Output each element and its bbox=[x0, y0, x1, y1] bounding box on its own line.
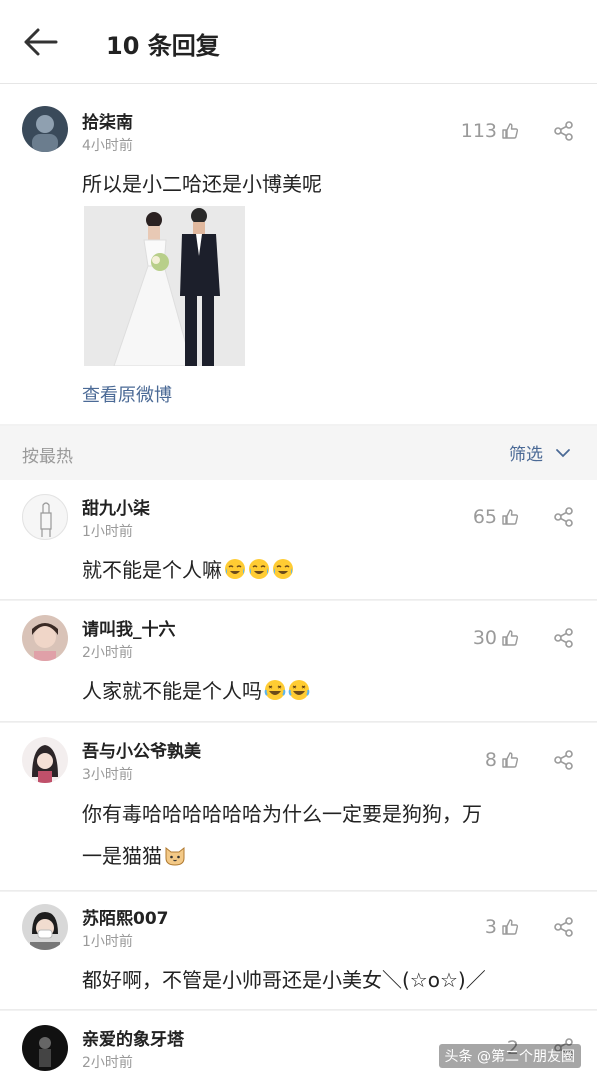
timestamp: 1小时前 bbox=[82, 524, 133, 540]
comment-text-content: 人家就不能是个人吗 bbox=[82, 679, 262, 703]
original-post: 拾柒南 4小时前 113 所以是小二哈还是小博美呢 查看原微博 bbox=[0, 84, 597, 424]
timestamp: 4小时前 bbox=[82, 138, 133, 154]
avatar[interactable] bbox=[22, 494, 68, 540]
comment-text: 人家就不能是个人吗 bbox=[82, 675, 310, 704]
comment-text: 都好啊，不管是小帅哥还是小美女＼(☆o☆)／ bbox=[82, 968, 486, 992]
view-original-link[interactable]: 查看原微博 bbox=[82, 381, 172, 407]
like-button[interactable]: 65 bbox=[473, 506, 519, 528]
share-icon[interactable] bbox=[553, 916, 575, 938]
username[interactable]: 拾柒南 bbox=[82, 108, 133, 133]
username[interactable]: 苏陌熙007 bbox=[82, 904, 169, 929]
like-button[interactable]: 30 bbox=[473, 627, 519, 649]
sort-bar: 按最热 筛选 bbox=[0, 426, 597, 480]
thumbs-up-icon bbox=[502, 752, 519, 768]
timestamp: 1小时前 bbox=[82, 934, 133, 950]
username[interactable]: 请叫我_十六 bbox=[82, 615, 176, 640]
share-icon[interactable] bbox=[553, 120, 575, 142]
timestamp: 2小时前 bbox=[82, 1055, 133, 1071]
like-count: 65 bbox=[472, 506, 497, 528]
like-count: 3 bbox=[484, 916, 497, 938]
crying-laughing-emoji-icon bbox=[273, 559, 293, 579]
filter-label: 筛选 bbox=[509, 445, 543, 465]
cat-face-icon bbox=[165, 846, 185, 866]
timestamp: 3小时前 bbox=[82, 767, 133, 783]
chevron-down-icon bbox=[556, 448, 570, 457]
crying-laughing-emoji-icon bbox=[225, 559, 245, 579]
list-item: 请叫我_十六 2小时前 30 人家就不能是个人吗 bbox=[0, 601, 597, 722]
like-button[interactable]: 8 bbox=[485, 749, 519, 771]
filter-button[interactable]: 筛选 bbox=[509, 440, 571, 465]
thumbs-up-icon bbox=[502, 509, 519, 525]
comment-text-line-2: 一是猫猫 bbox=[82, 840, 186, 869]
share-icon[interactable] bbox=[553, 749, 575, 771]
laughing-emoji-icon bbox=[264, 680, 286, 700]
sort-label[interactable]: 按最热 bbox=[22, 442, 73, 467]
thumbs-up-icon bbox=[502, 630, 519, 646]
share-icon[interactable] bbox=[553, 506, 575, 528]
like-count: 30 bbox=[472, 627, 497, 649]
crying-laughing-emoji-icon bbox=[249, 559, 269, 579]
avatar[interactable] bbox=[22, 106, 68, 152]
like-button[interactable]: 3 bbox=[485, 916, 519, 938]
comment-text-content: 就不能是个人嘛 bbox=[82, 558, 222, 582]
like-count: 8 bbox=[484, 749, 497, 771]
timestamp: 2小时前 bbox=[82, 645, 133, 661]
comment-text-line-1: 你有毒哈哈哈哈哈哈为什么一定要是狗狗，万 bbox=[82, 802, 482, 826]
avatar[interactable] bbox=[22, 737, 68, 783]
share-icon[interactable] bbox=[553, 627, 575, 649]
list-item: 吾与小公爷孰美 3小时前 8 你有毒哈哈哈哈哈哈为什么一定要是狗狗，万 一是猫猫 bbox=[0, 723, 597, 891]
wedding-photo[interactable] bbox=[84, 206, 245, 366]
like-button[interactable]: 113 bbox=[461, 120, 519, 142]
post-text: 所以是小二哈还是小博美呢 bbox=[82, 172, 322, 196]
avatar[interactable] bbox=[22, 1025, 68, 1071]
username[interactable]: 吾与小公爷孰美 bbox=[82, 737, 201, 762]
avatar[interactable] bbox=[22, 615, 68, 661]
avatar[interactable] bbox=[22, 904, 68, 950]
back-arrow-icon[interactable] bbox=[22, 26, 62, 58]
comment-text: 就不能是个人嘛 bbox=[82, 554, 294, 583]
list-item: 甜九小柒 1小时前 65 就不能是个人嘛 bbox=[0, 480, 597, 600]
username[interactable]: 亲爱的象牙塔 bbox=[82, 1025, 184, 1050]
thumbs-up-icon bbox=[502, 919, 519, 935]
thumbs-up-icon bbox=[502, 123, 519, 139]
watermark: 头条 @第二个朋友圈 bbox=[438, 1044, 581, 1068]
username[interactable]: 甜九小柒 bbox=[82, 494, 150, 519]
list-item: 苏陌熙007 1小时前 3 都好啊，不管是小帅哥还是小美女＼(☆o☆)／ bbox=[0, 892, 597, 1010]
laughing-emoji-icon bbox=[288, 680, 310, 700]
comment-text-content: 一是猫猫 bbox=[82, 844, 162, 868]
like-count: 113 bbox=[460, 120, 497, 142]
top-bar: 10 条回复 bbox=[0, 0, 597, 84]
page-title: 10 条回复 bbox=[106, 32, 220, 60]
